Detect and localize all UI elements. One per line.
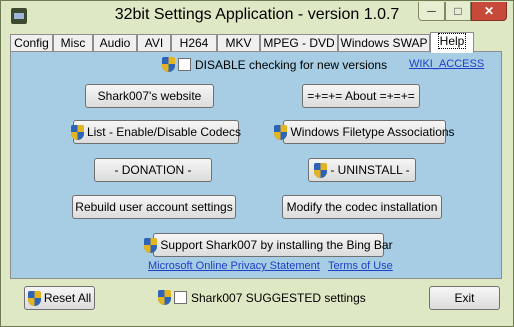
disable-check-label: DISABLE checking for new versions — [195, 57, 388, 72]
list-codecs-button[interactable]: List - Enable/Disable Codecs — [70, 120, 242, 144]
suggested-settings-checkbox[interactable] — [174, 291, 187, 304]
help-panel: DISABLE checking for new versions WIKI_A… — [10, 51, 502, 279]
list-codecs-label: List - Enable/Disable Codecs — [86, 125, 242, 139]
minimize-button[interactable]: ─ — [418, 2, 445, 21]
filetype-associations-button[interactable]: Windows Filetype Associations — [274, 120, 455, 144]
suggested-settings-row[interactable]: Shark007 SUGGESTED settings — [158, 290, 366, 305]
uac-shield-icon — [158, 290, 171, 305]
uac-shield-icon — [144, 237, 158, 253]
tab-help-label: Help — [437, 33, 467, 49]
tab-help[interactable]: Help — [430, 32, 474, 53]
exit-button[interactable]: Exit — [429, 286, 500, 310]
uac-shield-icon — [162, 57, 175, 72]
uac-shield-icon — [274, 124, 288, 140]
terms-of-use-link[interactable]: Terms of Use — [328, 260, 393, 272]
reset-all-button[interactable]: Reset All — [24, 286, 95, 310]
tab-audio[interactable]: Audio — [93, 34, 137, 51]
bing-bar-label: Support Shark007 by installing the Bing … — [160, 238, 393, 252]
title-bar[interactable]: 32bit Settings Application - version 1.0… — [1, 1, 513, 31]
wiki-access-link[interactable]: WIKI_ACCESS — [409, 58, 484, 70]
tab-mkv[interactable]: MKV — [217, 34, 260, 51]
disable-check-row[interactable]: DISABLE checking for new versions — [162, 57, 387, 72]
uninstall-label: - UNINSTALL - — [330, 163, 410, 177]
about-button[interactable]: =+=+= About =+=+= — [302, 84, 420, 108]
maximize-button[interactable]: □ — [445, 2, 471, 21]
filetype-associations-label: Windows Filetype Associations — [290, 125, 455, 139]
tab-windows-swap[interactable]: Windows SWAP — [338, 34, 430, 51]
uac-shield-icon — [314, 162, 328, 178]
tab-mpeg-dvd[interactable]: MPEG - DVD — [260, 34, 338, 51]
reset-all-label: Reset All — [43, 291, 92, 305]
tab-h264[interactable]: H264 — [171, 34, 217, 51]
uninstall-button[interactable]: - UNINSTALL - — [308, 158, 416, 182]
tab-misc[interactable]: Misc — [53, 34, 93, 51]
uac-shield-icon — [27, 290, 41, 306]
donation-button[interactable]: - DONATION - — [94, 158, 212, 182]
website-button[interactable]: Shark007's website — [85, 84, 214, 108]
tab-avi[interactable]: AVI — [137, 34, 171, 51]
suggested-settings-label: Shark007 SUGGESTED settings — [191, 290, 366, 305]
privacy-statement-link[interactable]: Microsoft Online Privacy Statement — [148, 260, 320, 272]
uac-shield-icon — [70, 124, 84, 140]
modify-installation-button[interactable]: Modify the codec installation — [282, 195, 442, 219]
tab-config[interactable]: Config — [10, 34, 53, 51]
bing-bar-button[interactable]: Support Shark007 by installing the Bing … — [144, 233, 393, 257]
disable-check-checkbox[interactable] — [178, 58, 191, 71]
close-button[interactable]: ✕ — [471, 2, 507, 21]
rebuild-settings-button[interactable]: Rebuild user account settings — [72, 195, 236, 219]
app-window: 32bit Settings Application - version 1.0… — [0, 0, 514, 327]
